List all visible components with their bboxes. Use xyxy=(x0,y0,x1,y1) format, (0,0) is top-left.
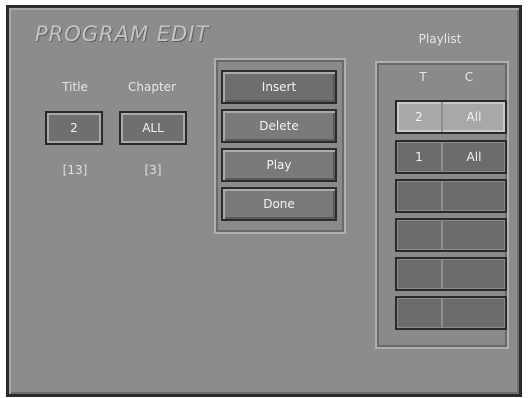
program-edit-screen: PROGRAM EDIT Title 2 [13] Chapter ALL [3… xyxy=(6,5,522,397)
play-button-label: Play xyxy=(266,158,292,172)
playlist-title-cell: 2 xyxy=(415,110,423,124)
playlist-title-cell xyxy=(397,181,441,211)
playlist-heading: Playlist xyxy=(418,32,462,46)
title-count: [13] xyxy=(62,163,88,177)
playlist-title-cell xyxy=(397,259,441,289)
play-button[interactable]: Play xyxy=(221,148,337,182)
chapter-label: Chapter xyxy=(128,80,176,94)
screen-title: PROGRAM EDIT xyxy=(35,22,210,46)
playlist-title-cell xyxy=(397,220,441,250)
title-label: Title xyxy=(62,80,88,94)
playlist-row[interactable] xyxy=(395,296,507,330)
chapter-field[interactable]: ALL xyxy=(119,111,187,145)
playlist-chapter-cell: All xyxy=(466,150,482,164)
done-button-label: Done xyxy=(263,197,295,211)
title-number-value: 2 xyxy=(70,121,78,135)
chapter-value: ALL xyxy=(142,121,164,135)
delete-button[interactable]: Delete xyxy=(221,109,337,143)
insert-button-label: Insert xyxy=(261,80,297,94)
playlist-col-t: T xyxy=(419,70,427,84)
playlist-chapter-cell: All xyxy=(466,110,482,124)
playlist-title-cell: 1 xyxy=(415,150,423,164)
playlist-col-c: C xyxy=(464,70,474,84)
playlist-row[interactable] xyxy=(395,179,507,213)
chapter-count: [3] xyxy=(144,163,162,177)
playlist-row[interactable]: 2 All xyxy=(395,100,507,134)
playlist-row[interactable] xyxy=(395,257,507,291)
playlist-chapter-cell xyxy=(443,298,505,328)
delete-button-label: Delete xyxy=(259,119,299,133)
playlist-title-cell xyxy=(397,298,441,328)
title-number-field[interactable]: 2 xyxy=(45,111,103,145)
playlist-chapter-cell xyxy=(443,220,505,250)
playlist-chapter-cell xyxy=(443,181,505,211)
playlist-chapter-cell xyxy=(443,259,505,289)
done-button[interactable]: Done xyxy=(221,187,337,221)
playlist-row[interactable] xyxy=(395,218,507,252)
insert-button[interactable]: Insert xyxy=(221,70,337,104)
playlist-row[interactable]: 1 All xyxy=(395,140,507,174)
